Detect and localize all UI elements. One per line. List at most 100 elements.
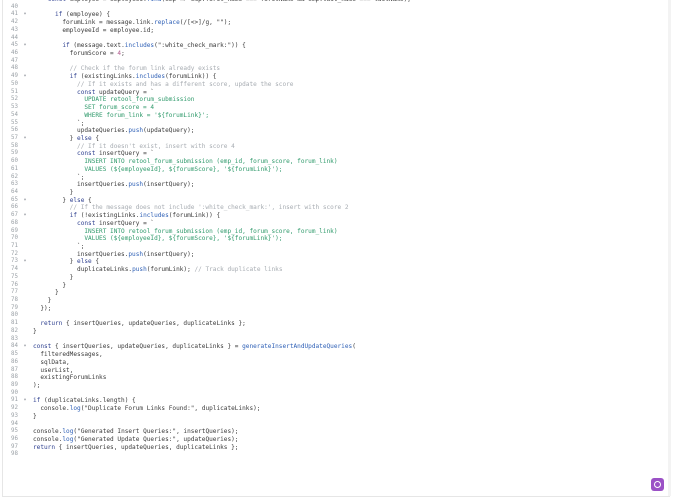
code-line[interactable]: 59 const insertQuery = ` xyxy=(3,150,669,158)
fold-toggle-icon[interactable]: ▾ xyxy=(22,135,28,143)
code-line[interactable]: 94 xyxy=(3,421,669,429)
line-number: 82 xyxy=(11,327,18,334)
code-line[interactable]: 43 employeeId = employee.id; xyxy=(3,27,669,35)
line-number: 67 xyxy=(11,212,18,219)
code-line[interactable]: 82} xyxy=(3,328,669,336)
fold-toggle-icon[interactable]: ▾ xyxy=(22,42,28,50)
line-text: existingForumLinks xyxy=(33,374,107,382)
code-line[interactable]: 61 VALUES (${employeeId}, ${forumScore},… xyxy=(3,166,669,174)
line-text: UPDATE retool_forum_submission xyxy=(33,96,195,104)
code-line[interactable]: 44 xyxy=(3,35,669,43)
code-line[interactable]: 91 ▾ if (duplicateLinks.length) { xyxy=(3,397,669,405)
code-line[interactable]: 78 } xyxy=(3,297,669,305)
line-text: filteredMessages, xyxy=(33,351,103,359)
code-line[interactable]: 54 WHERE forum_link = '${forumLink}'; xyxy=(3,112,669,120)
code-line[interactable]: 46 forumScore = 4; xyxy=(3,50,669,58)
code-line[interactable]: 70 VALUES (${employeeId}, ${forumScore},… xyxy=(3,235,669,243)
code-line[interactable]: 97 return { insertQueries, updateQueries,… xyxy=(3,444,669,452)
code-line[interactable]: 45 ▾ if (message.text.includes(":white_ch… xyxy=(3,42,669,50)
line-text: `; xyxy=(33,173,85,181)
line-number: 93 xyxy=(11,412,18,419)
code-line[interactable]: 57 ▾ } else { xyxy=(3,135,669,143)
line-number: 83 xyxy=(11,335,18,342)
code-line[interactable]: 66 // If the message does not include ':… xyxy=(3,204,669,212)
assistant-button[interactable] xyxy=(651,478,664,491)
line-number: 58 xyxy=(11,142,18,149)
line-text: forumScore = 4; xyxy=(33,50,125,58)
line-text: } xyxy=(33,273,74,281)
line-text: `; xyxy=(33,243,85,250)
code-line[interactable]: 87 userList, xyxy=(3,367,669,375)
line-text: INSERT INTO retool_forum_submission (emp… xyxy=(33,227,338,235)
code-line[interactable]: 74 duplicateLinks.push(forumLink); // Tr… xyxy=(3,266,669,274)
code-line[interactable]: 52 UPDATE retool_forum_submission xyxy=(3,96,669,104)
line-text: ); xyxy=(33,381,41,389)
code-line[interactable]: 95 console.log("Generated Insert Queries:… xyxy=(3,428,669,436)
code-line[interactable]: 81 return { insertQueries, updateQueries… xyxy=(3,320,669,328)
code-line[interactable]: 65 ▾ } else { xyxy=(3,197,669,205)
line-number: 84 xyxy=(11,343,18,350)
code-line[interactable]: 48 // Check if the forum link already ex… xyxy=(3,65,669,73)
code-line[interactable]: 88 existingForumLinks xyxy=(3,374,669,382)
code-line[interactable]: 41 ▾ if (employee) { xyxy=(3,11,669,19)
line-text: if (employee) { xyxy=(55,11,111,19)
code-line[interactable]: 80 xyxy=(3,312,669,320)
code-line[interactable]: 85 filteredMessages, xyxy=(3,351,669,359)
fold-toggle-icon[interactable]: ▾ xyxy=(22,397,28,405)
code-line[interactable]: 64 } xyxy=(3,189,669,197)
code-line[interactable]: 93} xyxy=(3,413,669,421)
line-number: 64 xyxy=(11,188,18,195)
line-text: } else { xyxy=(33,258,100,266)
code-line[interactable]: 60 INSERT INTO retool_forum_submission (… xyxy=(3,158,669,166)
code-line[interactable]: 55 `; xyxy=(3,120,669,128)
code-line[interactable]: 73 ▾ } else { xyxy=(3,258,669,266)
code-line[interactable]: 71 `; xyxy=(3,243,669,251)
code-line[interactable]: 84 ▾ const { insertQueries, updateQueries,… xyxy=(3,343,669,351)
code-line[interactable]: 77 } xyxy=(3,289,669,297)
fold-toggle-icon[interactable]: ▾ xyxy=(22,11,28,19)
fold-toggle-icon[interactable]: ▾ xyxy=(22,212,28,220)
code-line[interactable]: 75 } xyxy=(3,274,669,282)
code-line[interactable]: 98 xyxy=(3,451,669,459)
code-line[interactable]: 92 console.log("Duplicate Forum Links Fo… xyxy=(3,405,669,413)
code-editor[interactable]: 39 const employee = employees.find(emp =… xyxy=(2,0,670,497)
fold-toggle-icon[interactable]: ▾ xyxy=(22,73,28,81)
code-line[interactable]: 96 console.log("Generated Update Queries:… xyxy=(3,436,669,444)
code-line[interactable]: 49 ▾ if (existingLinks.includes(forumLink… xyxy=(3,73,669,81)
line-number: 44 xyxy=(11,34,18,41)
code-line[interactable]: 90 xyxy=(3,390,669,398)
line-text: forumLink = message.link.replace(/[<>]/g… xyxy=(33,19,232,27)
code-line[interactable]: 62 `; xyxy=(3,174,669,182)
fold-toggle-icon[interactable]: ▾ xyxy=(22,197,28,205)
code-line[interactable]: 72 insertQueries.push(insertQuery); xyxy=(3,251,669,259)
code-line[interactable]: 83 xyxy=(3,336,669,344)
line-number: 77 xyxy=(11,289,18,296)
code-line[interactable]: 42 forumLink = message.link.replace(/[<>… xyxy=(3,19,669,27)
fold-toggle-icon[interactable]: ▾ xyxy=(22,258,28,266)
line-text: userList, xyxy=(33,366,74,374)
line-text: if (duplicateLinks.length) { xyxy=(33,397,136,405)
code-line[interactable]: 86 sqlData, xyxy=(3,359,669,367)
code-line[interactable]: 79 }); xyxy=(3,305,669,313)
line-text: SET forum_score = 4 xyxy=(33,104,155,112)
line-number: 52 xyxy=(11,96,18,103)
code-line[interactable]: 50 // If it exists and has a different s… xyxy=(3,81,669,89)
code-line[interactable]: 40 xyxy=(3,4,669,12)
code-line[interactable]: 56 updateQueries.push(updateQuery); xyxy=(3,127,669,135)
code-lines[interactable]: 39 const employee = employees.find(emp =… xyxy=(3,0,669,459)
code-line[interactable]: 53 SET forum_score = 4 xyxy=(3,104,669,112)
code-line[interactable]: 51 const updateQuery = ` xyxy=(3,89,669,97)
code-line[interactable]: 68 const insertQuery = ` xyxy=(3,220,669,228)
code-line[interactable]: 67 ▾ if (!existingLinks.includes(forumLin… xyxy=(3,212,669,220)
line-text: // Check if the forum link already exist… xyxy=(33,65,221,73)
line-text: } else { xyxy=(33,134,100,142)
code-line[interactable]: 63 insertQueries.push(insertQuery); xyxy=(3,181,669,189)
code-line[interactable]: 47 xyxy=(3,58,669,66)
editor-scrollbar[interactable] xyxy=(668,0,671,496)
line-number: 56 xyxy=(11,127,18,134)
fold-toggle-icon[interactable]: ▾ xyxy=(22,343,28,351)
code-line[interactable]: 69 INSERT INTO retool_forum_submission (… xyxy=(3,228,669,236)
code-line[interactable]: 76 } xyxy=(3,282,669,290)
code-line[interactable]: 89); xyxy=(3,382,669,390)
line-text: // If the message does not include ':whi… xyxy=(33,204,349,212)
